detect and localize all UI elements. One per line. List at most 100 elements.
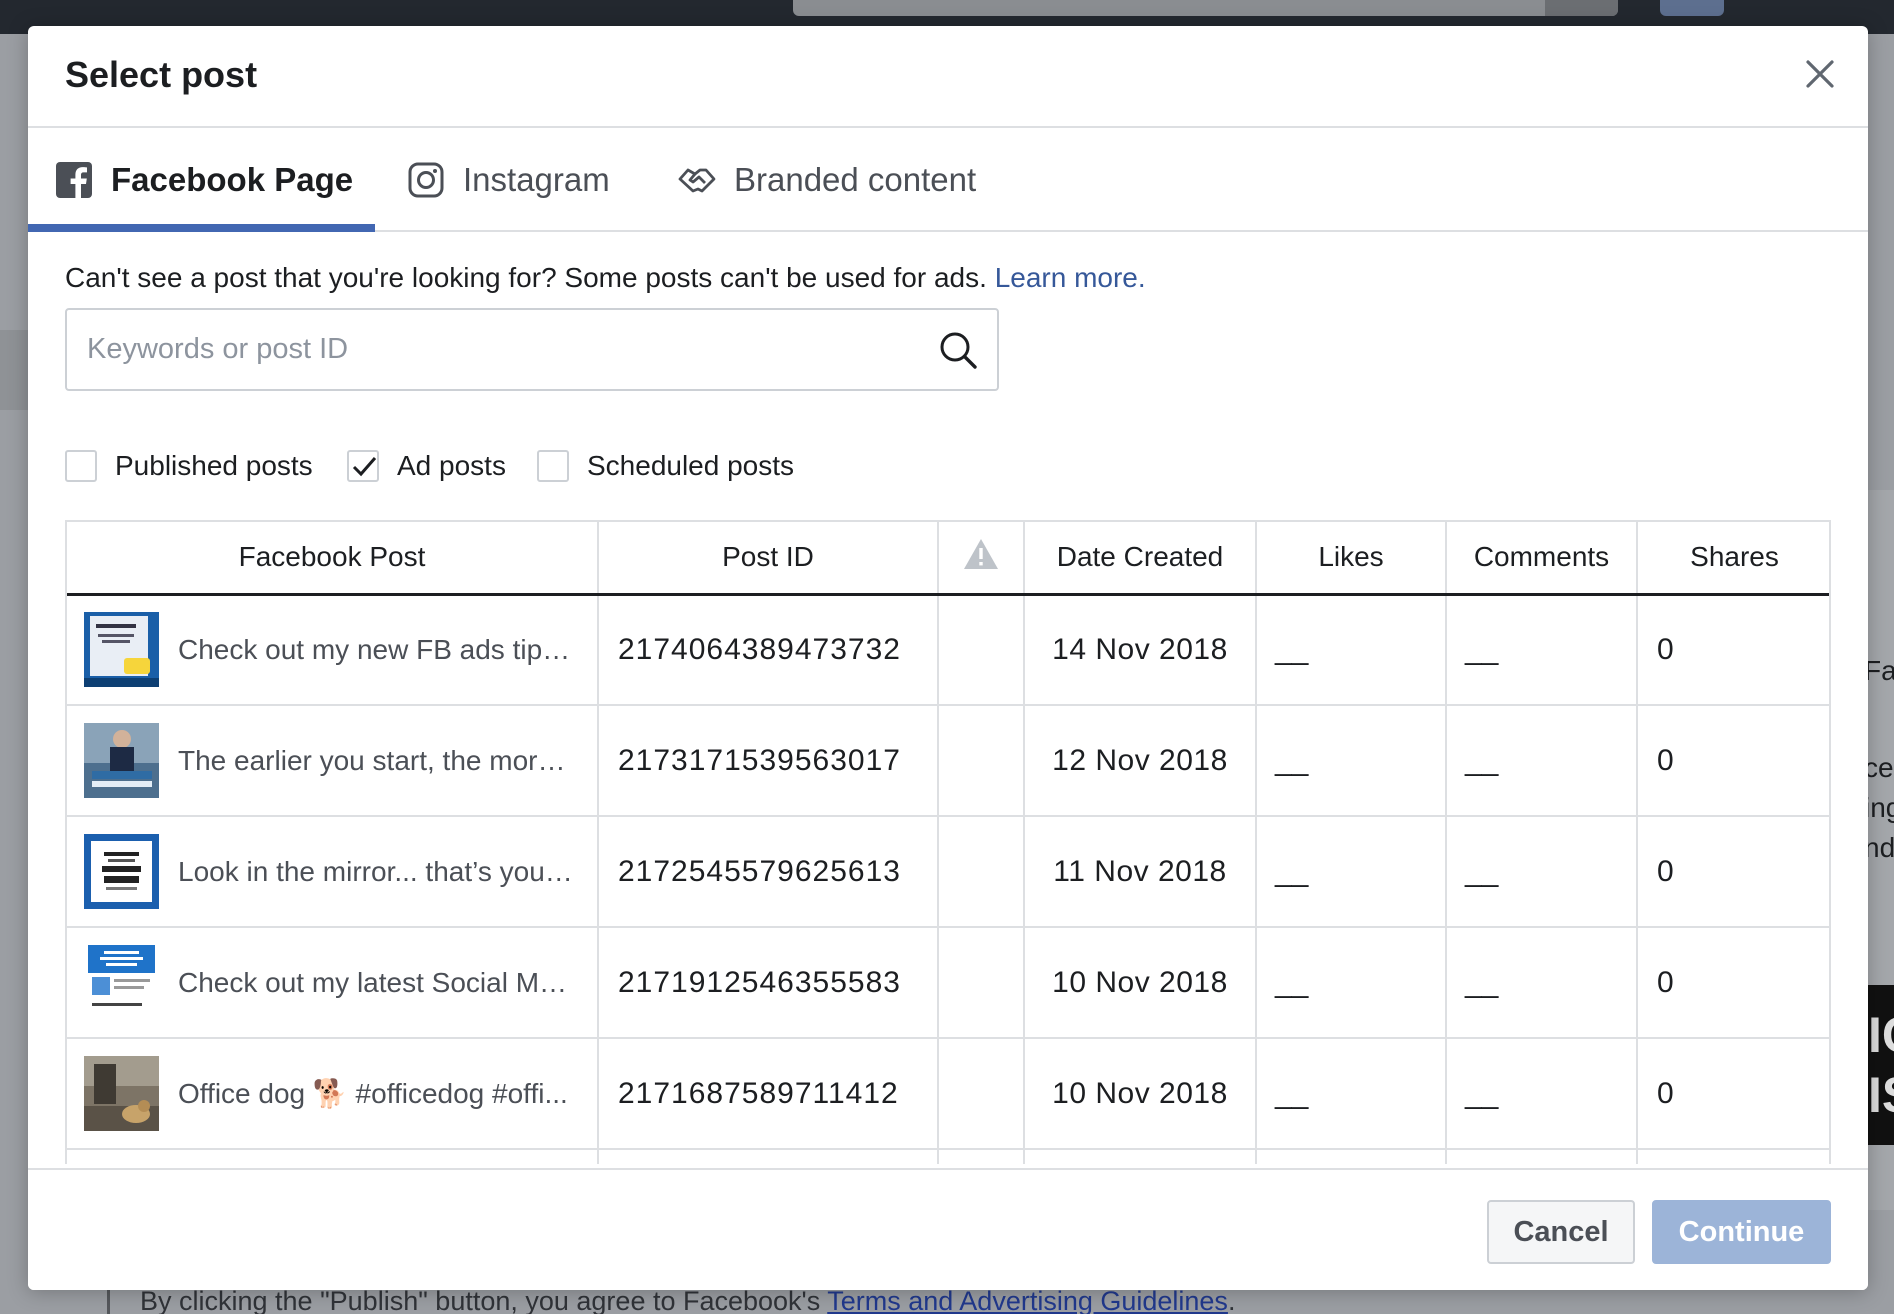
warning-cell <box>938 705 1025 817</box>
date-cell <box>1024 1149 1257 1164</box>
likes-cell: __ <box>1256 705 1447 817</box>
shares-cell: 0 <box>1637 1038 1829 1150</box>
dialog-title: Select post <box>65 54 258 95</box>
column-header-likes[interactable]: Likes <box>1256 522 1447 596</box>
cancel-button[interactable]: Cancel <box>1487 1200 1635 1264</box>
date-cell: 12 Nov 2018 <box>1024 705 1257 817</box>
warning-icon <box>964 538 998 569</box>
dialog-header: Select post <box>28 26 1868 128</box>
search-input[interactable] <box>87 310 927 389</box>
posts-table: Facebook Post Post ID Date Created Likes… <box>67 522 1829 1164</box>
date-cell: 10 Nov 2018 <box>1024 1038 1257 1150</box>
facebook-icon <box>55 161 93 199</box>
learn-more-link[interactable]: Learn more. <box>995 262 1146 293</box>
comments-cell: __ <box>1446 705 1638 817</box>
warning-cell <box>938 1149 1025 1164</box>
background-text-fragment: ing <box>1864 792 1894 823</box>
ad-posts-filter[interactable]: Ad posts <box>347 446 506 486</box>
comments-cell: __ <box>1446 594 1638 706</box>
scheduled-posts-checkbox[interactable] <box>537 450 569 482</box>
select-post-dialog: Select post Facebook Page Instagram Bran… <box>28 26 1868 1290</box>
background-search-bar <box>793 0 1618 16</box>
background-banner-line: IC <box>1868 1007 1894 1063</box>
post-text: Check out my latest Social Medi... <box>178 966 578 998</box>
instagram-icon <box>407 161 445 199</box>
post-cell <box>67 1149 599 1164</box>
background-divider <box>107 1290 110 1314</box>
background-text-fragment: nd <box>1864 832 1894 863</box>
post-text: The earlier you start, the more t... <box>178 744 578 776</box>
shares-cell <box>1637 1149 1829 1164</box>
column-header-date-created[interactable]: Date Created <box>1024 522 1257 596</box>
warning-cell <box>938 1038 1025 1150</box>
date-cell: 14 Nov 2018 <box>1024 594 1257 706</box>
post-thumbnail <box>84 723 159 798</box>
info-message: Can't see a post that you're looking for… <box>65 262 1146 294</box>
close-icon[interactable] <box>1800 54 1840 94</box>
scheduled-posts-filter[interactable]: Scheduled posts <box>537 446 794 486</box>
post-id-cell <box>598 1149 939 1164</box>
table-row[interactable]: Look in the mirror... that’s your ... 21… <box>67 816 1829 928</box>
shares-cell: 0 <box>1637 594 1829 706</box>
post-id-cell: 2171687589711412 <box>598 1038 939 1150</box>
warning-cell <box>938 816 1025 928</box>
post-id-cell: 2172545579625613 <box>598 816 939 928</box>
post-cell: Check out my latest Social Medi... <box>67 927 599 1039</box>
comments-cell: __ <box>1446 816 1638 928</box>
background-text-fragment: ce <box>1864 752 1894 783</box>
tab-label: Facebook Page <box>111 161 354 198</box>
post-id-cell: 2171912546355583 <box>598 927 939 1039</box>
post-thumbnail <box>84 834 159 909</box>
table-row[interactable]: Check out my new FB ads tips o... 217406… <box>67 594 1829 706</box>
warning-cell <box>938 594 1025 706</box>
post-cell: Look in the mirror... that’s your ... <box>67 816 599 928</box>
search-box <box>65 308 999 391</box>
column-header-shares[interactable]: Shares <box>1637 522 1829 596</box>
table-row[interactable]: Office dog 🐕 #officedog #offi... 2171687… <box>67 1038 1829 1150</box>
post-text: Look in the mirror... that’s your ... <box>178 855 578 887</box>
table-row[interactable]: The earlier you start, the more t... 217… <box>67 705 1829 817</box>
tab-instagram[interactable]: Instagram <box>407 128 610 232</box>
post-thumbnail <box>84 612 159 688</box>
post-text: Check out my new FB ads tips o... <box>178 633 578 665</box>
background-left-strip <box>0 330 28 410</box>
posts-table-container[interactable]: Facebook Post Post ID Date Created Likes… <box>65 520 1831 1164</box>
published-posts-filter[interactable]: Published posts <box>65 446 313 486</box>
post-cell: The earlier you start, the more t... <box>67 705 599 817</box>
background-search-button <box>1545 0 1618 16</box>
column-header-comments[interactable]: Comments <box>1446 522 1638 596</box>
background-dark-banner: IC IS <box>1868 985 1894 1145</box>
background-terms-suffix: . <box>1227 1286 1236 1314</box>
background-profile-button <box>1660 0 1724 16</box>
info-text: Can't see a post that you're looking for… <box>65 262 995 293</box>
shares-cell: 0 <box>1637 705 1829 817</box>
table-row[interactable] <box>67 1149 1829 1164</box>
active-tab-indicator <box>28 224 375 232</box>
date-cell: 10 Nov 2018 <box>1024 927 1257 1039</box>
tab-branded-content[interactable]: Branded content <box>678 128 976 232</box>
post-cell: Office dog 🐕 #officedog #offi... <box>67 1038 599 1150</box>
warning-cell <box>938 927 1025 1039</box>
ad-posts-checkbox[interactable] <box>347 450 379 482</box>
terms-link[interactable]: Terms and Advertising Guidelines <box>827 1286 1228 1314</box>
comments-cell <box>1446 1149 1638 1164</box>
post-cell: Check out my new FB ads tips o... <box>67 594 599 706</box>
post-thumbnail <box>84 945 159 1020</box>
filter-label: Scheduled posts <box>587 450 795 481</box>
shares-cell: 0 <box>1637 816 1829 928</box>
table-header-row: Facebook Post Post ID Date Created Likes… <box>67 522 1829 596</box>
published-posts-checkbox[interactable] <box>65 450 97 482</box>
post-thumbnail <box>84 1056 159 1131</box>
table-row[interactable]: Check out my latest Social Medi... 21719… <box>67 927 1829 1039</box>
filter-label: Published posts <box>115 450 313 481</box>
column-header-warning <box>938 522 1025 596</box>
background-text-fragment: Fac <box>1864 655 1894 686</box>
background-terms-prefix: By clicking the "Publish" button, you ag… <box>140 1286 828 1314</box>
tab-label: Instagram <box>463 161 610 198</box>
likes-cell: __ <box>1256 594 1447 706</box>
tab-facebook-page[interactable]: Facebook Page <box>55 128 353 232</box>
search-icon[interactable] <box>937 329 979 371</box>
column-header-post-id[interactable]: Post ID <box>598 522 939 596</box>
column-header-facebook-post[interactable]: Facebook Post <box>67 522 599 596</box>
continue-button[interactable]: Continue <box>1652 1200 1831 1264</box>
